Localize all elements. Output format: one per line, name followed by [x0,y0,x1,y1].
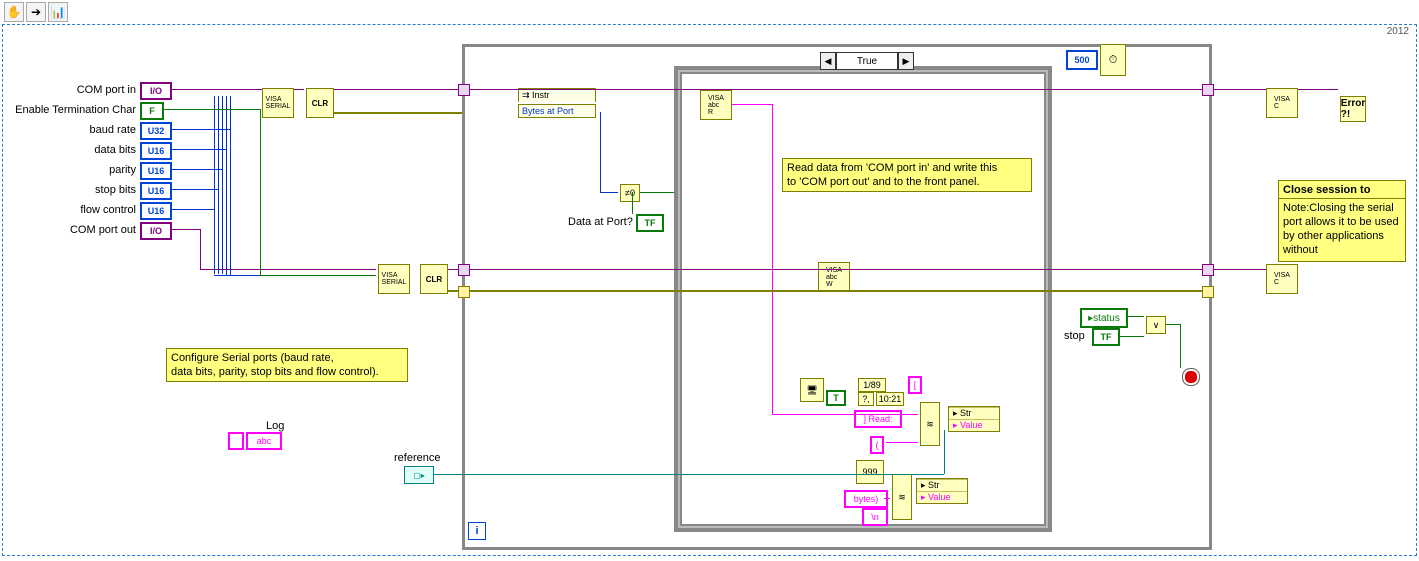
en-term-type[interactable]: F [140,102,164,120]
tunnel [1202,84,1214,96]
date-fmt: 1/89 [858,378,886,392]
time-fmt: 10:21 [876,392,904,406]
tunnel [458,84,470,96]
config-note: Configure Serial ports (baud rate,data b… [166,348,408,382]
clr-bot: CLR [420,264,448,294]
databits-type[interactable]: U16 [140,142,172,160]
flow-label: flow control [60,204,136,216]
visa-write: VISAabcW [818,262,850,292]
data-at-port-label: Data at Port? [568,216,633,228]
instr-text: Instr [532,90,550,100]
baud-type[interactable]: U32 [140,122,172,140]
bytes-tag: bytes) [844,490,888,508]
tunnel [458,286,470,298]
loop-iteration: i [468,522,486,540]
prop-value-top: ▸ Value [949,419,999,431]
status-unbundle: ▸ status [1080,308,1128,328]
case-next[interactable]: ▶ [898,52,914,70]
case-value[interactable]: True [836,52,898,70]
wait-ms[interactable]: 500 [1066,50,1098,70]
year-tag: 2012 [1387,26,1409,37]
data-at-port-tf[interactable]: TF [636,214,664,232]
com-out-type[interactable]: I/O [140,222,172,240]
log-local-empty [228,432,244,450]
stop-tf[interactable]: TF [1092,328,1120,346]
reference-label: reference [394,452,440,464]
flow-type[interactable]: U16 [140,202,172,220]
case-prev[interactable]: ◀ [820,52,836,70]
metronome-icon: ⏱ [1100,44,1126,76]
tunnel [458,264,470,276]
arrow-icon[interactable]: ➔ [26,2,46,22]
propnode-bot: ▸ Str ▸ Value [916,478,968,504]
propnode-top: ▸ Str ▸ Value [948,406,1000,432]
baud-label: baud rate [60,124,136,136]
visa-read: VISAabcR [700,90,732,120]
clr-top: CLR [306,88,334,118]
reference-ctrl[interactable]: ▢▸ [404,466,434,484]
parity-label: parity [60,164,136,176]
toolbar: ✋ ➔ 📊 [4,2,68,22]
or-gate: ∨ [1146,316,1166,334]
open-bracket: [ [908,376,922,394]
com-out-label: COM port out [54,224,136,236]
get-datetime-icon: 🖥 [800,378,824,402]
com-in-type[interactable]: I/O [140,82,172,100]
close-body-note: Note:Closing the serial port allows it t… [1278,198,1406,262]
prop-bytes-at-port: Bytes at Port [518,104,596,118]
error-handler: Error?! [1340,96,1366,122]
loop-stop [1182,368,1200,386]
tunnel [1202,264,1214,276]
num-to-str: 999 [856,460,884,484]
stop-label: stop [1064,330,1085,342]
prop-instr: ⇉ Instr [518,88,596,102]
en-term-label: Enable Termination Char [6,104,136,116]
datetime-tf: T [826,390,846,406]
visa-close-top: VISAC [1266,88,1298,118]
neq-zero: ≠0 [620,184,640,202]
parity-type[interactable]: U16 [140,162,172,180]
open-paren: ( [870,436,884,454]
read-tag: ] Read: [854,410,902,428]
concat-bot: ≋ [892,474,912,520]
rw-note: Read data from 'COM port in' and write t… [782,158,1032,192]
databits-label: data bits [60,144,136,156]
visa-serial-bot: VISASERIAL [378,264,410,294]
probe-icon[interactable]: 📊 [48,2,68,22]
log-label: Log [266,420,284,432]
stopbits-type[interactable]: U16 [140,182,172,200]
prop-str-top: ▸ Str [949,407,999,419]
log-local[interactable]: abc [246,432,282,450]
prop-str-bot: ▸ Str [917,479,967,491]
prop-value-bot: ▸ Value [917,491,967,503]
tunnel [1202,286,1214,298]
newline-tag: \n [862,508,888,526]
com-in-label: COM port in [60,84,136,96]
qmark-fmt: ?, [858,392,874,406]
hand-icon[interactable]: ✋ [4,2,24,22]
concat-top: ≋ [920,402,940,446]
visa-close-bot: VISAC [1266,264,1298,294]
visa-serial-top: VISASERIAL [262,88,294,118]
stopbits-label: stop bits [60,184,136,196]
